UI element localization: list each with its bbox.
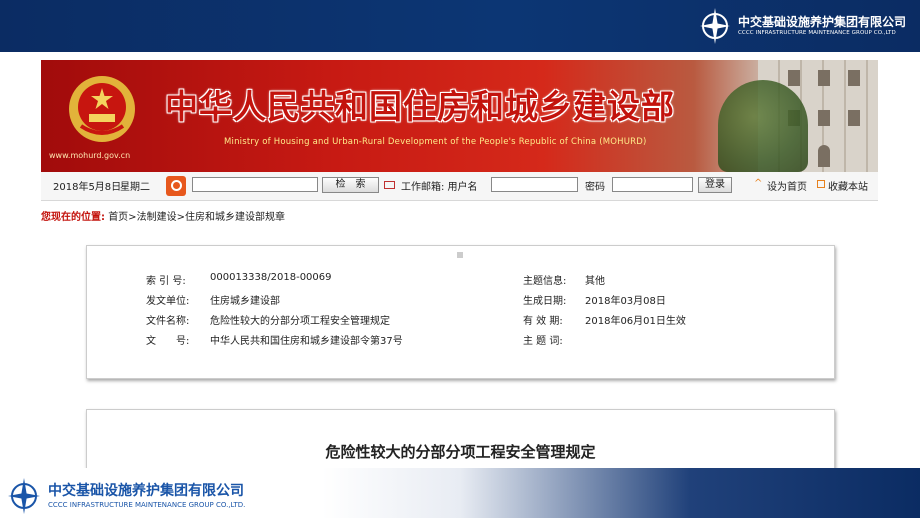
index-label: 索 引 号: [146,276,186,287]
search-button[interactable]: 检 索 [322,177,379,193]
document-body: 危险性较大的分部分项工程安全管理规定 [86,409,835,468]
site-url: www.mohurd.gov.cn [49,151,131,160]
password-label: 密码 [585,182,605,193]
created-value: 2018年03月08日 [585,296,666,307]
docno-label: 文 号: [146,336,190,347]
web-page-screenshot: www.mohurd.gov.cn 中华人民共和国住房和城乡建设部 Minist… [41,60,878,468]
document-title: 危险性较大的分部分项工程安全管理规定 [325,443,596,461]
search-icon[interactable] [166,176,186,196]
login-button[interactable]: 登录 [698,177,732,193]
company-name-cn: 中交基础设施养护集团有限公司 [48,482,244,499]
current-date: 2018年5月8日 [53,182,122,193]
nav-bar: 2018年5月8日 星期二 检 索 工作邮箱: 用户名 密码 登录 ^ 设为首页… [41,172,878,201]
document-metadata-panel: 索 引 号: 000013338/2018-00069 主题信息: 其他 发文单… [86,245,835,379]
issuer-label: 发文单位: [146,296,190,307]
company-name-cn: 中交基础设施养护集团有限公司 [737,15,906,29]
username-input[interactable] [491,177,578,192]
ministry-banner: www.mohurd.gov.cn 中华人民共和国住房和城乡建设部 Minist… [41,60,878,172]
current-weekday: 星期二 [120,182,150,193]
password-input[interactable] [612,177,693,192]
top-bar: 中交基础设施养护集团有限公司 CCCC INFRASTRUCTURE MAINT… [0,0,920,52]
bottom-bar: 中交基础设施养护集团有限公司 CCCC INFRASTRUCTURE MAINT… [0,468,920,518]
compass-logo-icon [699,8,730,44]
mail-username-label: 工作邮箱: 用户名 [401,182,478,193]
breadcrumb-prefix: 您现在的位置: [41,212,105,223]
drag-handle [457,252,463,258]
topic-value: 其他 [585,276,605,287]
set-homepage-link[interactable]: 设为首页 [767,178,807,193]
company-name-en: CCCC INFRASTRUCTURE MAINTENANCE GROUP CO… [737,30,896,36]
company-logo-top: 中交基础设施养护集团有限公司 CCCC INFRASTRUCTURE MAINT… [698,6,906,46]
add-favorite-link[interactable]: 收藏本站 [828,178,868,193]
filename-value: 危险性较大的分部分项工程安全管理规定 [210,316,390,327]
company-name-en: CCCC INFRASTRUCTURE MAINTENANCE GROUP CO… [48,500,246,509]
search-input[interactable] [192,177,318,192]
index-value: 000013338/2018-00069 [210,272,332,283]
ministry-subtitle-en: Ministry of Housing and Urban-Rural Deve… [224,137,647,147]
home-icon: ^ [754,178,763,189]
breadcrumb: 您现在的位置: 首页>法制建设>住房和城乡建设部规章 [41,208,285,223]
created-label: 生成日期: [523,296,567,307]
ministry-title: 中华人民共和国住房和城乡建设部 [165,87,675,126]
valid-value: 2018年06月01日生效 [585,316,686,327]
filename-label: 文件名称: [146,316,190,327]
national-emblem-icon [69,76,135,142]
valid-label: 有 效 期: [523,316,563,327]
docno-value: 中华人民共和国住房和城乡建设部令第37号 [210,336,403,347]
mail-icon [384,181,395,189]
topic-label: 主题信息: [523,276,567,287]
issuer-value: 住房城乡建设部 [210,296,280,307]
tree-image [718,80,808,172]
compass-logo-icon [8,478,40,514]
keywords-label: 主 题 词: [523,336,563,347]
company-logo-bottom: 中交基础设施养护集团有限公司 CCCC INFRASTRUCTURE MAINT… [6,476,245,516]
breadcrumb-path[interactable]: 首页>法制建设>住房和城乡建设部规章 [108,212,285,223]
bookmark-icon [817,180,825,188]
